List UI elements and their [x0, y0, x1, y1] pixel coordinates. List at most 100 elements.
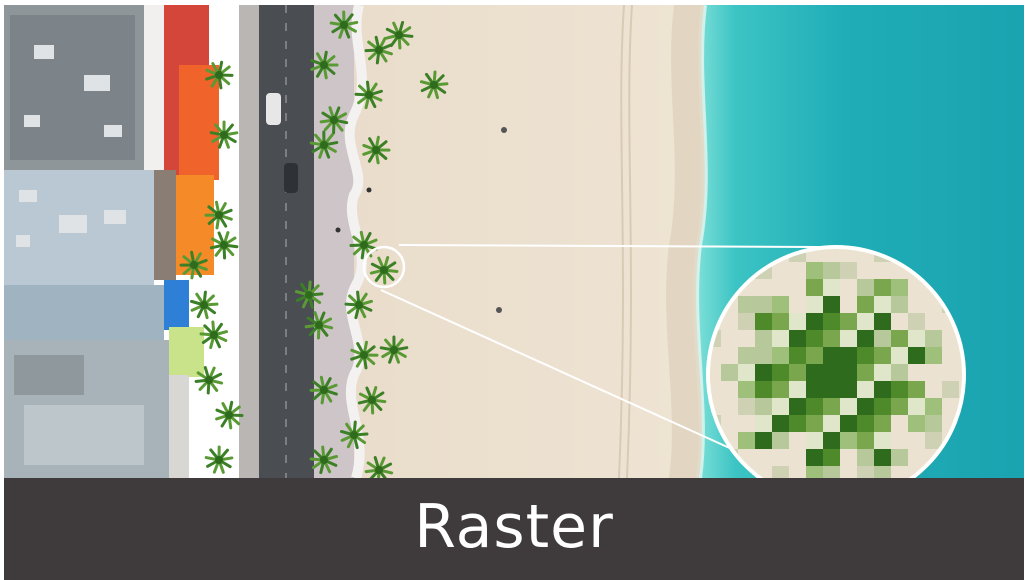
- zoom-pixel: [738, 296, 755, 313]
- zoom-pixel: [891, 381, 908, 398]
- zoom-pixel: [806, 398, 823, 415]
- zoom-pixel: [772, 279, 789, 296]
- zoom-pixel: [721, 347, 738, 364]
- zoom-pixel: [925, 432, 942, 449]
- zoom-pixel: [721, 466, 738, 478]
- pixelated-palm-zoom: [708, 247, 964, 478]
- zoom-pixel: [755, 398, 772, 415]
- zoom-pixel: [755, 330, 772, 347]
- zoom-pixel: [874, 432, 891, 449]
- zoom-pixel: [738, 313, 755, 330]
- zoom-pixel: [857, 364, 874, 381]
- zoom-pixel: [806, 432, 823, 449]
- zoom-pixel: [708, 262, 721, 279]
- zoom-pixel: [840, 313, 857, 330]
- zoom-pixel: [891, 279, 908, 296]
- zoom-pixel: [959, 262, 964, 279]
- zoom-pixel: [789, 466, 806, 478]
- aerial-beach-photo: [4, 5, 1024, 478]
- zoom-pixel: [959, 247, 964, 262]
- zoom-pixel: [942, 381, 959, 398]
- zoom-pixel: [891, 330, 908, 347]
- zoom-pixel: [959, 466, 964, 478]
- zoom-pixel: [738, 381, 755, 398]
- zoom-pixel: [755, 279, 772, 296]
- zoom-pixel: [823, 364, 840, 381]
- zoom-pixel: [891, 398, 908, 415]
- zoom-pixel: [874, 296, 891, 313]
- zoom-pixel: [925, 381, 942, 398]
- zoom-pixel: [840, 279, 857, 296]
- zoom-pixel: [755, 449, 772, 466]
- zoom-pixel: [908, 398, 925, 415]
- zoom-pixel: [823, 466, 840, 478]
- zoom-pixel: [738, 415, 755, 432]
- zoom-pixel: [806, 466, 823, 478]
- zoom-pixel: [857, 449, 874, 466]
- zoom-pixel: [857, 262, 874, 279]
- zoom-pixel: [755, 415, 772, 432]
- zoom-pixel: [959, 296, 964, 313]
- zoom-pixel: [840, 296, 857, 313]
- zoom-pixel: [857, 296, 874, 313]
- zoom-pixel: [772, 364, 789, 381]
- zoom-pixel: [708, 296, 721, 313]
- zoom-pixel: [840, 432, 857, 449]
- zoom-pixel: [942, 449, 959, 466]
- zoom-pixel: [806, 279, 823, 296]
- zoom-pixel: [789, 364, 806, 381]
- zoom-pixel: [823, 296, 840, 313]
- zoom-pixel: [959, 279, 964, 296]
- zoom-pixel: [755, 364, 772, 381]
- zoom-pixel: [942, 247, 959, 262]
- zoom-pixel: [721, 364, 738, 381]
- zoom-pixel: [959, 432, 964, 449]
- zoom-pixel: [874, 415, 891, 432]
- zoom-pixel: [772, 330, 789, 347]
- zoom-pixel: [823, 432, 840, 449]
- zoom-pixel: [891, 347, 908, 364]
- zoom-pixel: [942, 466, 959, 478]
- zoom-pixel: [908, 313, 925, 330]
- zoom-pixel: [806, 364, 823, 381]
- zoom-pixel: [840, 381, 857, 398]
- zoom-pixel: [840, 262, 857, 279]
- zoom-pixel: [772, 313, 789, 330]
- zoom-pixel: [789, 432, 806, 449]
- zoom-pixel: [840, 347, 857, 364]
- zoom-pixel: [840, 449, 857, 466]
- zoom-pixel: [823, 262, 840, 279]
- zoom-pixel: [959, 415, 964, 432]
- zoom-pixel: [857, 415, 874, 432]
- zoom-pixel: [891, 296, 908, 313]
- zoom-pixel: [789, 398, 806, 415]
- zoom-pixel: [823, 279, 840, 296]
- zoom-pixel: [772, 466, 789, 478]
- zoom-pixel: [772, 347, 789, 364]
- zoom-pixel: [772, 432, 789, 449]
- zoom-pixel: [857, 466, 874, 478]
- zoom-pixel: [738, 347, 755, 364]
- zoom-pixel: [908, 296, 925, 313]
- zoom-pixel: [823, 330, 840, 347]
- zoom-pixel: [857, 432, 874, 449]
- zoom-pixel: [925, 347, 942, 364]
- source-circle: [362, 245, 406, 289]
- zoom-pixel: [755, 296, 772, 313]
- zoom-pixel: [908, 381, 925, 398]
- zoom-pixel: [925, 262, 942, 279]
- zoom-pixel: [857, 347, 874, 364]
- zoom-pixel: [891, 432, 908, 449]
- zoom-pixel: [942, 279, 959, 296]
- zoom-pixel: [721, 262, 738, 279]
- zoom-pixel: [755, 432, 772, 449]
- zoom-pixel: [772, 415, 789, 432]
- zoom-pixel: [806, 347, 823, 364]
- zoom-pixel: [874, 398, 891, 415]
- zoom-pixel: [857, 398, 874, 415]
- zoom-pixel: [908, 449, 925, 466]
- zoom-pixel: [925, 415, 942, 432]
- zoom-pixel: [772, 398, 789, 415]
- magnifier-line-bottom: [380, 289, 735, 451]
- zoom-pixel: [806, 415, 823, 432]
